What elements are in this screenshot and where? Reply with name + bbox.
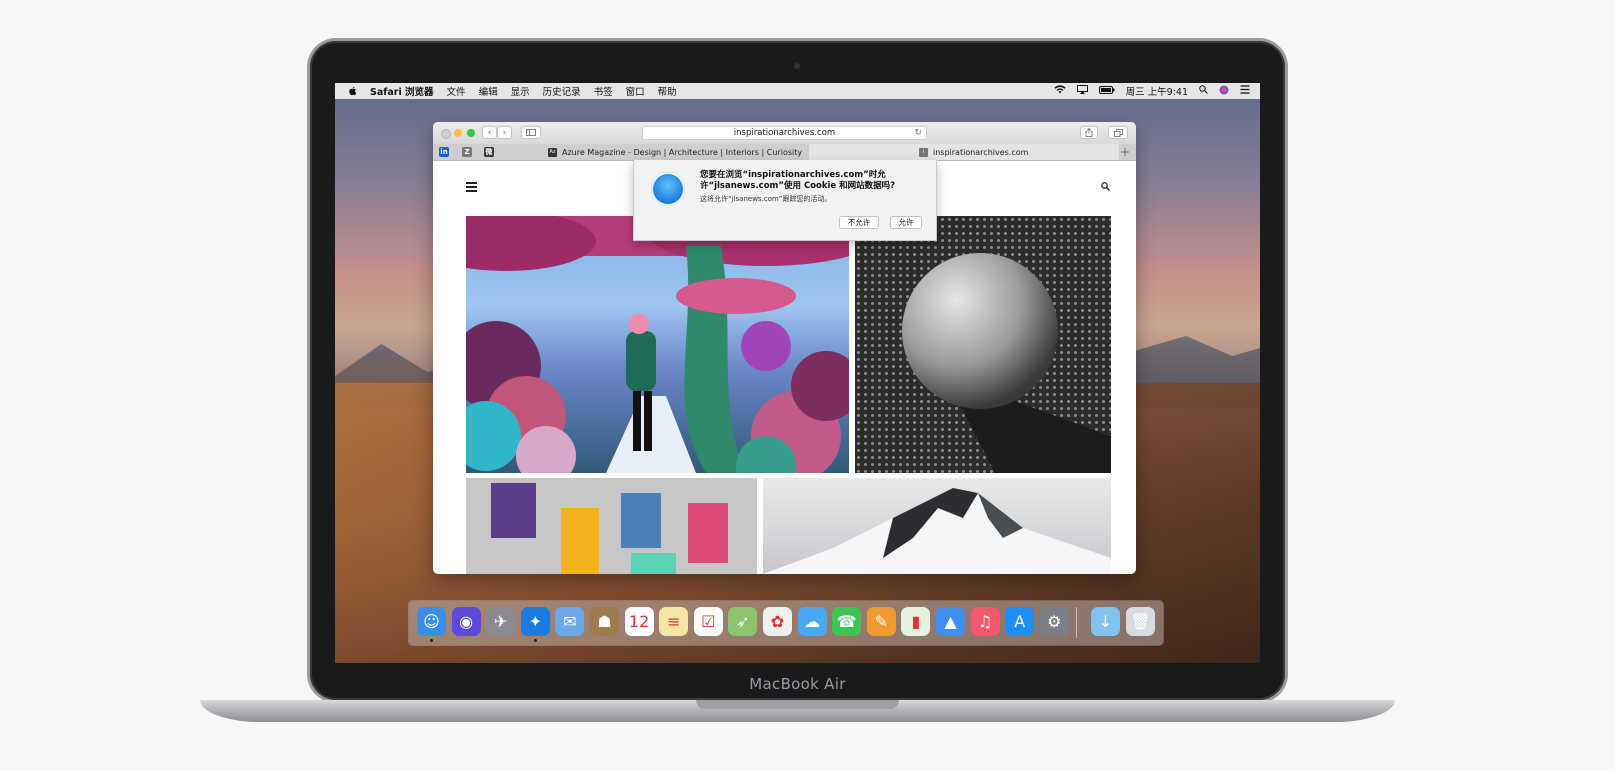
chevron-right-icon: › — [502, 127, 507, 138]
dotted-sphere-image[interactable] — [855, 216, 1111, 473]
allow-button[interactable]: 允许 — [890, 216, 922, 229]
menu-window[interactable]: 窗口 — [626, 84, 645, 98]
colored-cubes-image[interactable] — [466, 478, 757, 574]
music-icon[interactable]: ♫ — [970, 607, 1000, 636]
dialog-title: 您要在浏览“inspirationarchives.com”时允许“jlsane… — [700, 170, 896, 191]
menu-help[interactable]: 帮助 — [658, 84, 677, 98]
numbers-icon[interactable]: ▮ — [901, 607, 931, 636]
back-button[interactable]: ‹ — [482, 126, 497, 139]
snowy-mountain-image[interactable] — [763, 478, 1111, 574]
url-text: inspirationarchives.com — [733, 128, 836, 138]
running-indicator — [430, 639, 433, 642]
new-tab-button[interactable]: + — [1120, 145, 1130, 159]
illustration-forest-image[interactable] — [466, 216, 849, 473]
browser-toolbar: ‹ › inspirationarchives.com ↻ — [433, 122, 1136, 145]
siri-icon[interactable] — [1219, 85, 1229, 98]
minimize-button[interactable] — [454, 129, 462, 137]
laptop-hinge-notch — [696, 700, 899, 709]
keynote-icon[interactable]: ▲ — [936, 607, 965, 636]
reload-icon[interactable]: ↻ — [914, 127, 922, 140]
pages-icon[interactable]: ✎ — [866, 607, 896, 636]
reminders-icon[interactable]: ☑ — [693, 607, 723, 636]
clock[interactable]: 周三 上午9:41 — [1126, 84, 1188, 98]
deny-button[interactable]: 不允许 — [839, 216, 879, 229]
menu-app-name[interactable]: Safari 浏览器 — [370, 84, 434, 98]
safari-window: ‹ › inspirationarchives.com ↻ in Z 微 Az … — [433, 122, 1136, 574]
search-icon[interactable] — [1101, 182, 1110, 194]
menu-bar: Safari 浏览器 文件 编辑 显示 历史记录 书签 窗口 帮助 周三 上午9… — [335, 83, 1260, 99]
safari-compass-icon — [651, 172, 685, 206]
wifi-icon[interactable] — [1054, 85, 1066, 97]
cookie-permission-dialog: 您要在浏览“inspirationarchives.com”时允许“jlsane… — [633, 160, 937, 241]
mail-icon[interactable]: ✉ — [555, 607, 585, 636]
maps-icon[interactable]: ➶ — [728, 607, 758, 636]
tab-inspiration[interactable]: i inspirationarchives.com — [809, 144, 1119, 160]
messages-icon[interactable]: ☁ — [797, 607, 827, 636]
device-label: MacBook Air — [749, 675, 846, 693]
zoom-button[interactable] — [467, 129, 475, 137]
photos-icon[interactable]: ✿ — [763, 607, 792, 636]
pinned-tab-linkedin[interactable]: in — [439, 147, 449, 157]
desktop-screen: Safari 浏览器 文件 编辑 显示 历史记录 书签 窗口 帮助 周三 上午9… — [335, 83, 1260, 663]
menu-edit[interactable]: 编辑 — [479, 84, 498, 98]
downloads-folder-icon[interactable]: ↓ — [1091, 607, 1120, 636]
menu-history[interactable]: 历史记录 — [543, 84, 581, 98]
tab-bar: in Z 微 Az Azure Magazine - Design | Arch… — [433, 144, 1136, 161]
apple-menu-icon[interactable] — [348, 86, 357, 97]
notes-icon[interactable]: ≡ — [659, 607, 689, 636]
contacts-icon[interactable]: ☗ — [590, 607, 619, 636]
status-area: 周三 上午9:41 — [1054, 83, 1250, 99]
menu-bookmarks[interactable]: 书签 — [594, 84, 613, 98]
z-icon: Z — [462, 147, 472, 157]
spotlight-icon[interactable] — [1199, 85, 1208, 97]
hamburger-menu-icon[interactable] — [466, 182, 477, 194]
airplay-icon[interactable] — [1076, 85, 1088, 97]
camera — [794, 63, 800, 69]
dock-separator — [1076, 607, 1077, 638]
tab-title: Azure Magazine - Design | Architecture |… — [562, 147, 803, 157]
menu-file[interactable]: 文件 — [447, 84, 466, 98]
finder-icon[interactable]: ☺ — [417, 607, 446, 636]
launchpad-icon[interactable]: ✈ — [486, 607, 516, 636]
trash-icon[interactable]: 🗑 — [1126, 607, 1155, 636]
dock: ☺ ◉ ✈ ✦ ✉ ☗ 12 ≡ ☑ ➶ ✿ ☁ ☎ ✎ ▮ ▲ ♫ A ⚙ ↓ 🗑 — [409, 601, 1163, 645]
tab-title: inspirationarchives.com — [933, 147, 1029, 157]
weibo-icon: 微 — [484, 147, 494, 157]
facetime-icon[interactable]: ☎ — [832, 607, 862, 636]
sidebar-button[interactable] — [521, 126, 541, 139]
chevron-left-icon: ‹ — [487, 127, 492, 138]
pinned-tab-weibo[interactable]: 微 — [484, 147, 494, 157]
inspiration-favicon-icon: i — [919, 147, 928, 157]
share-button[interactable] — [1080, 126, 1098, 139]
menu-view[interactable]: 显示 — [511, 84, 530, 98]
control-center-icon[interactable] — [1240, 85, 1250, 97]
address-bar[interactable]: inspirationarchives.com ↻ — [642, 126, 927, 140]
dialog-subtitle: 这将允许“jlsanews.com”跟踪您的活动。 — [700, 195, 832, 203]
tab-overview-button[interactable] — [1108, 126, 1128, 139]
close-button[interactable] — [441, 129, 451, 139]
share-icon — [1085, 128, 1093, 137]
pinned-tab-z[interactable]: Z — [462, 147, 472, 157]
battery-icon[interactable] — [1098, 85, 1115, 97]
app-store-icon[interactable]: A — [1005, 607, 1035, 636]
system-preferences-icon[interactable]: ⚙ — [1039, 607, 1069, 636]
safari-icon[interactable]: ✦ — [520, 607, 550, 636]
tab-azure[interactable]: Az Azure Magazine - Design | Architectur… — [548, 144, 808, 160]
sidebar-icon — [526, 129, 536, 136]
running-indicator — [533, 639, 537, 642]
forward-button[interactable]: › — [497, 126, 512, 139]
azure-favicon-icon: Az — [548, 147, 557, 157]
calendar-icon[interactable]: 12 — [624, 607, 654, 636]
tabs-icon — [1113, 128, 1123, 137]
siri-icon[interactable]: ◉ — [451, 607, 481, 636]
linkedin-icon: in — [439, 147, 449, 157]
